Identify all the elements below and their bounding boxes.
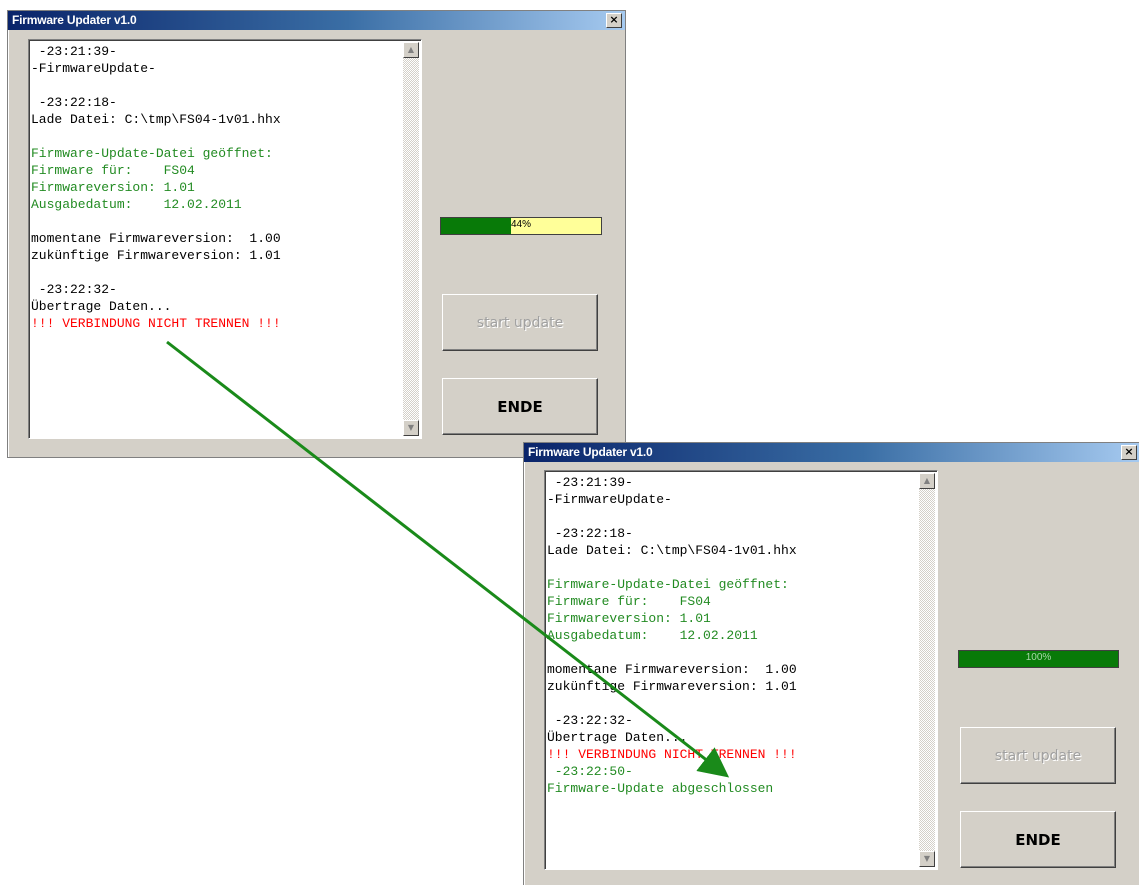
- log-line: !!! VERBINDUNG NICHT TRENNEN !!!: [31, 316, 281, 331]
- scroll-up-arrow-icon[interactable]: ▲: [403, 42, 419, 58]
- log-line: zukünftige Firmwareversion: 1.01: [31, 248, 281, 263]
- window-title: Firmware Updater v1.0: [12, 13, 137, 27]
- title-bar[interactable]: Firmware Updater v1.0 ×: [524, 443, 1139, 462]
- log-line: Ausgabedatum: 12.02.2011: [547, 628, 758, 643]
- log-line: Firmware für: FS04: [31, 163, 195, 178]
- log-line: Übertrage Daten...: [31, 299, 172, 314]
- log-line: !!! VERBINDUNG NICHT TRENNEN !!!: [547, 747, 797, 762]
- log-line: Firmwareversion: 1.01: [31, 180, 195, 195]
- log-line: Firmware für: FS04: [547, 594, 711, 609]
- log-line: momentane Firmwareversion: 1.00: [31, 231, 281, 246]
- updater-window-in-progress: Firmware Updater v1.0 × -23:21:39- -Firmw…: [7, 10, 626, 458]
- title-bar[interactable]: Firmware Updater v1.0 ×: [8, 11, 625, 30]
- log-line: [547, 559, 919, 576]
- log-line: Lade Datei: C:\tmp\FS04-1v01.hhx: [547, 543, 797, 558]
- log-line: Firmwareversion: 1.01: [547, 611, 711, 626]
- log-line: zukünftige Firmwareversion: 1.01: [547, 679, 797, 694]
- vertical-scrollbar[interactable]: ▲ ▼: [403, 42, 419, 436]
- log-line: [547, 644, 919, 661]
- log-line: [31, 264, 403, 281]
- log-line: Firmware-Update-Datei geöffnet:: [547, 577, 789, 592]
- log-line: [31, 128, 403, 145]
- vertical-scrollbar[interactable]: ▲ ▼: [919, 473, 935, 867]
- start-update-button[interactable]: start update: [442, 294, 598, 351]
- log-line: [31, 77, 403, 94]
- start-update-button[interactable]: start update: [960, 727, 1116, 784]
- scroll-up-arrow-icon[interactable]: ▲: [919, 473, 935, 489]
- log-textarea[interactable]: -23:21:39- -FirmwareUpdate- -23:22:18- Lad…: [544, 470, 938, 870]
- window-title: Firmware Updater v1.0: [528, 445, 653, 459]
- close-button[interactable]: ×: [606, 13, 622, 28]
- log-textarea[interactable]: -23:21:39- -FirmwareUpdate- -23:22:18- Lad…: [28, 39, 422, 439]
- log-line: -23:21:39-: [547, 475, 633, 490]
- progress-label: 44%: [510, 219, 531, 230]
- ende-button[interactable]: ENDE: [442, 378, 598, 435]
- log-line: -FirmwareUpdate-: [31, 61, 156, 76]
- scroll-down-arrow-icon[interactable]: ▼: [403, 420, 419, 436]
- log-line: -FirmwareUpdate-: [547, 492, 672, 507]
- log-line: [31, 213, 403, 230]
- log-line: Lade Datei: C:\tmp\FS04-1v01.hhx: [31, 112, 281, 127]
- log-line: -23:22:32-: [31, 282, 117, 297]
- ende-button[interactable]: ENDE: [960, 811, 1116, 868]
- log-line: [547, 508, 919, 525]
- log-line: -23:22:50-: [547, 764, 633, 779]
- progress-bar: 44%: [440, 217, 602, 235]
- progress-bar: 100%: [958, 650, 1119, 668]
- log-line: -23:22:32-: [547, 713, 633, 728]
- updater-window-completed: Firmware Updater v1.0 × -23:21:39- -Firmw…: [523, 442, 1139, 885]
- log-line: -23:21:39-: [31, 44, 117, 59]
- log-line: [547, 695, 919, 712]
- log-line: Ausgabedatum: 12.02.2011: [31, 197, 242, 212]
- log-line: Firmware-Update abgeschlossen: [547, 781, 774, 796]
- log-line: -23:22:18-: [547, 526, 633, 541]
- close-button[interactable]: ×: [1121, 445, 1137, 460]
- progress-label: 100%: [1025, 652, 1052, 663]
- scroll-down-arrow-icon[interactable]: ▼: [919, 851, 935, 867]
- log-line: Übertrage Daten...: [547, 730, 688, 745]
- log-line: momentane Firmwareversion: 1.00: [547, 662, 797, 677]
- log-line: Firmware-Update-Datei geöffnet:: [31, 146, 273, 161]
- log-lines: -23:21:39- -FirmwareUpdate- -23:22:18- Lad…: [547, 474, 919, 797]
- log-line: -23:22:18-: [31, 95, 117, 110]
- log-lines: -23:21:39- -FirmwareUpdate- -23:22:18- Lad…: [31, 43, 403, 332]
